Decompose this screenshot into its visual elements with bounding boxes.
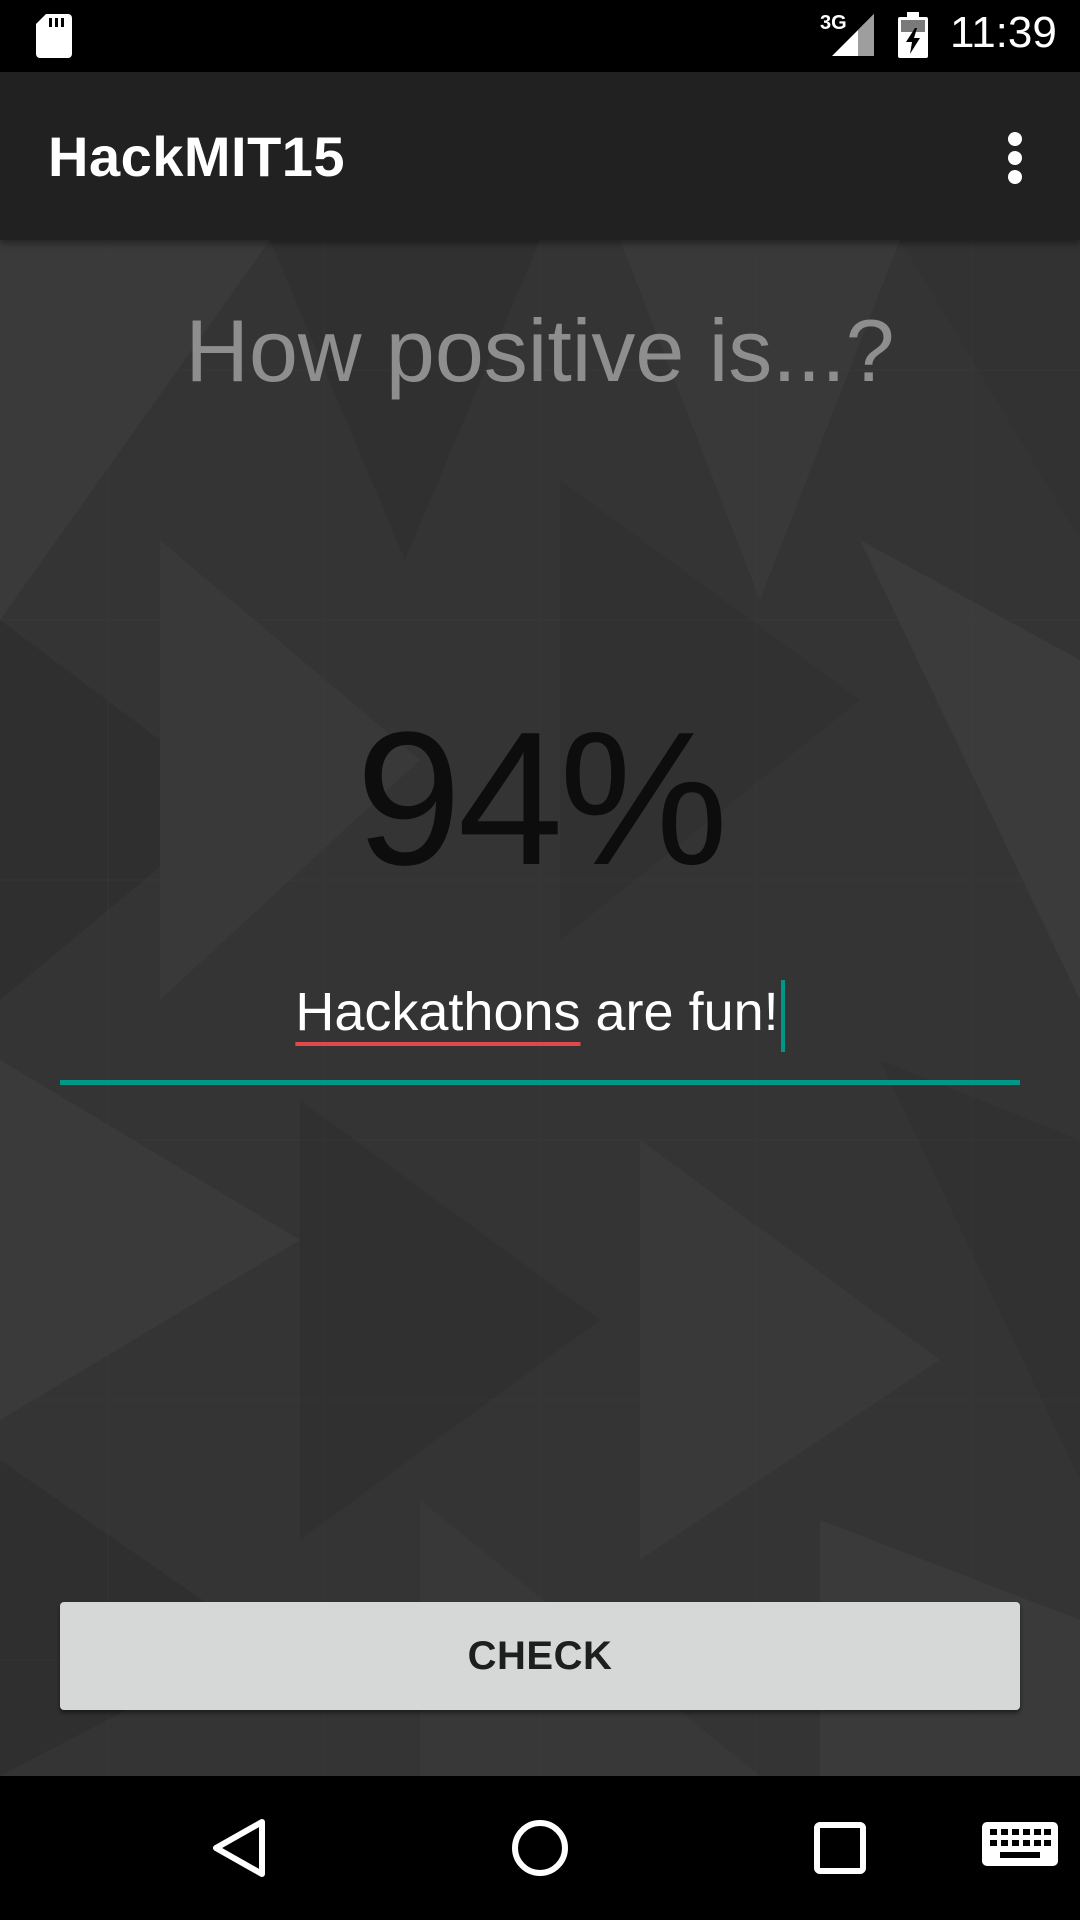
menu-dot (1008, 151, 1022, 165)
recents-icon[interactable] (800, 1812, 880, 1884)
back-icon[interactable] (200, 1812, 280, 1884)
input-underline (60, 1080, 1020, 1085)
status-clock: 11:39 (950, 8, 1057, 57)
sentence-input-wrapper: Hackathons are fun! (60, 960, 1020, 1088)
check-button[interactable]: CHECK (60, 1602, 1020, 1710)
signal-icon (832, 14, 874, 56)
home-icon[interactable] (500, 1812, 580, 1884)
overflow-menu-icon[interactable] (990, 126, 1040, 190)
menu-dot (1008, 170, 1022, 184)
question-heading: How positive is...? (185, 301, 895, 400)
sd-card-icon (36, 14, 72, 58)
positivity-score: 94% (355, 693, 728, 905)
menu-dot (1008, 132, 1022, 146)
screen: 3G 11:39 HackMIT15 How positive is...? 9… (0, 0, 1080, 1920)
main-content: How positive is...? 94% Hackathons are f… (0, 240, 1080, 1776)
battery-charging-icon (898, 12, 928, 58)
keyboard-icon[interactable] (980, 1820, 1060, 1876)
sentence-input[interactable] (60, 960, 1020, 1064)
app-bar: HackMIT15 (0, 72, 1080, 240)
navigation-bar (0, 1776, 1080, 1920)
status-bar: 3G 11:39 (0, 0, 1080, 72)
app-title: HackMIT15 (48, 125, 346, 188)
